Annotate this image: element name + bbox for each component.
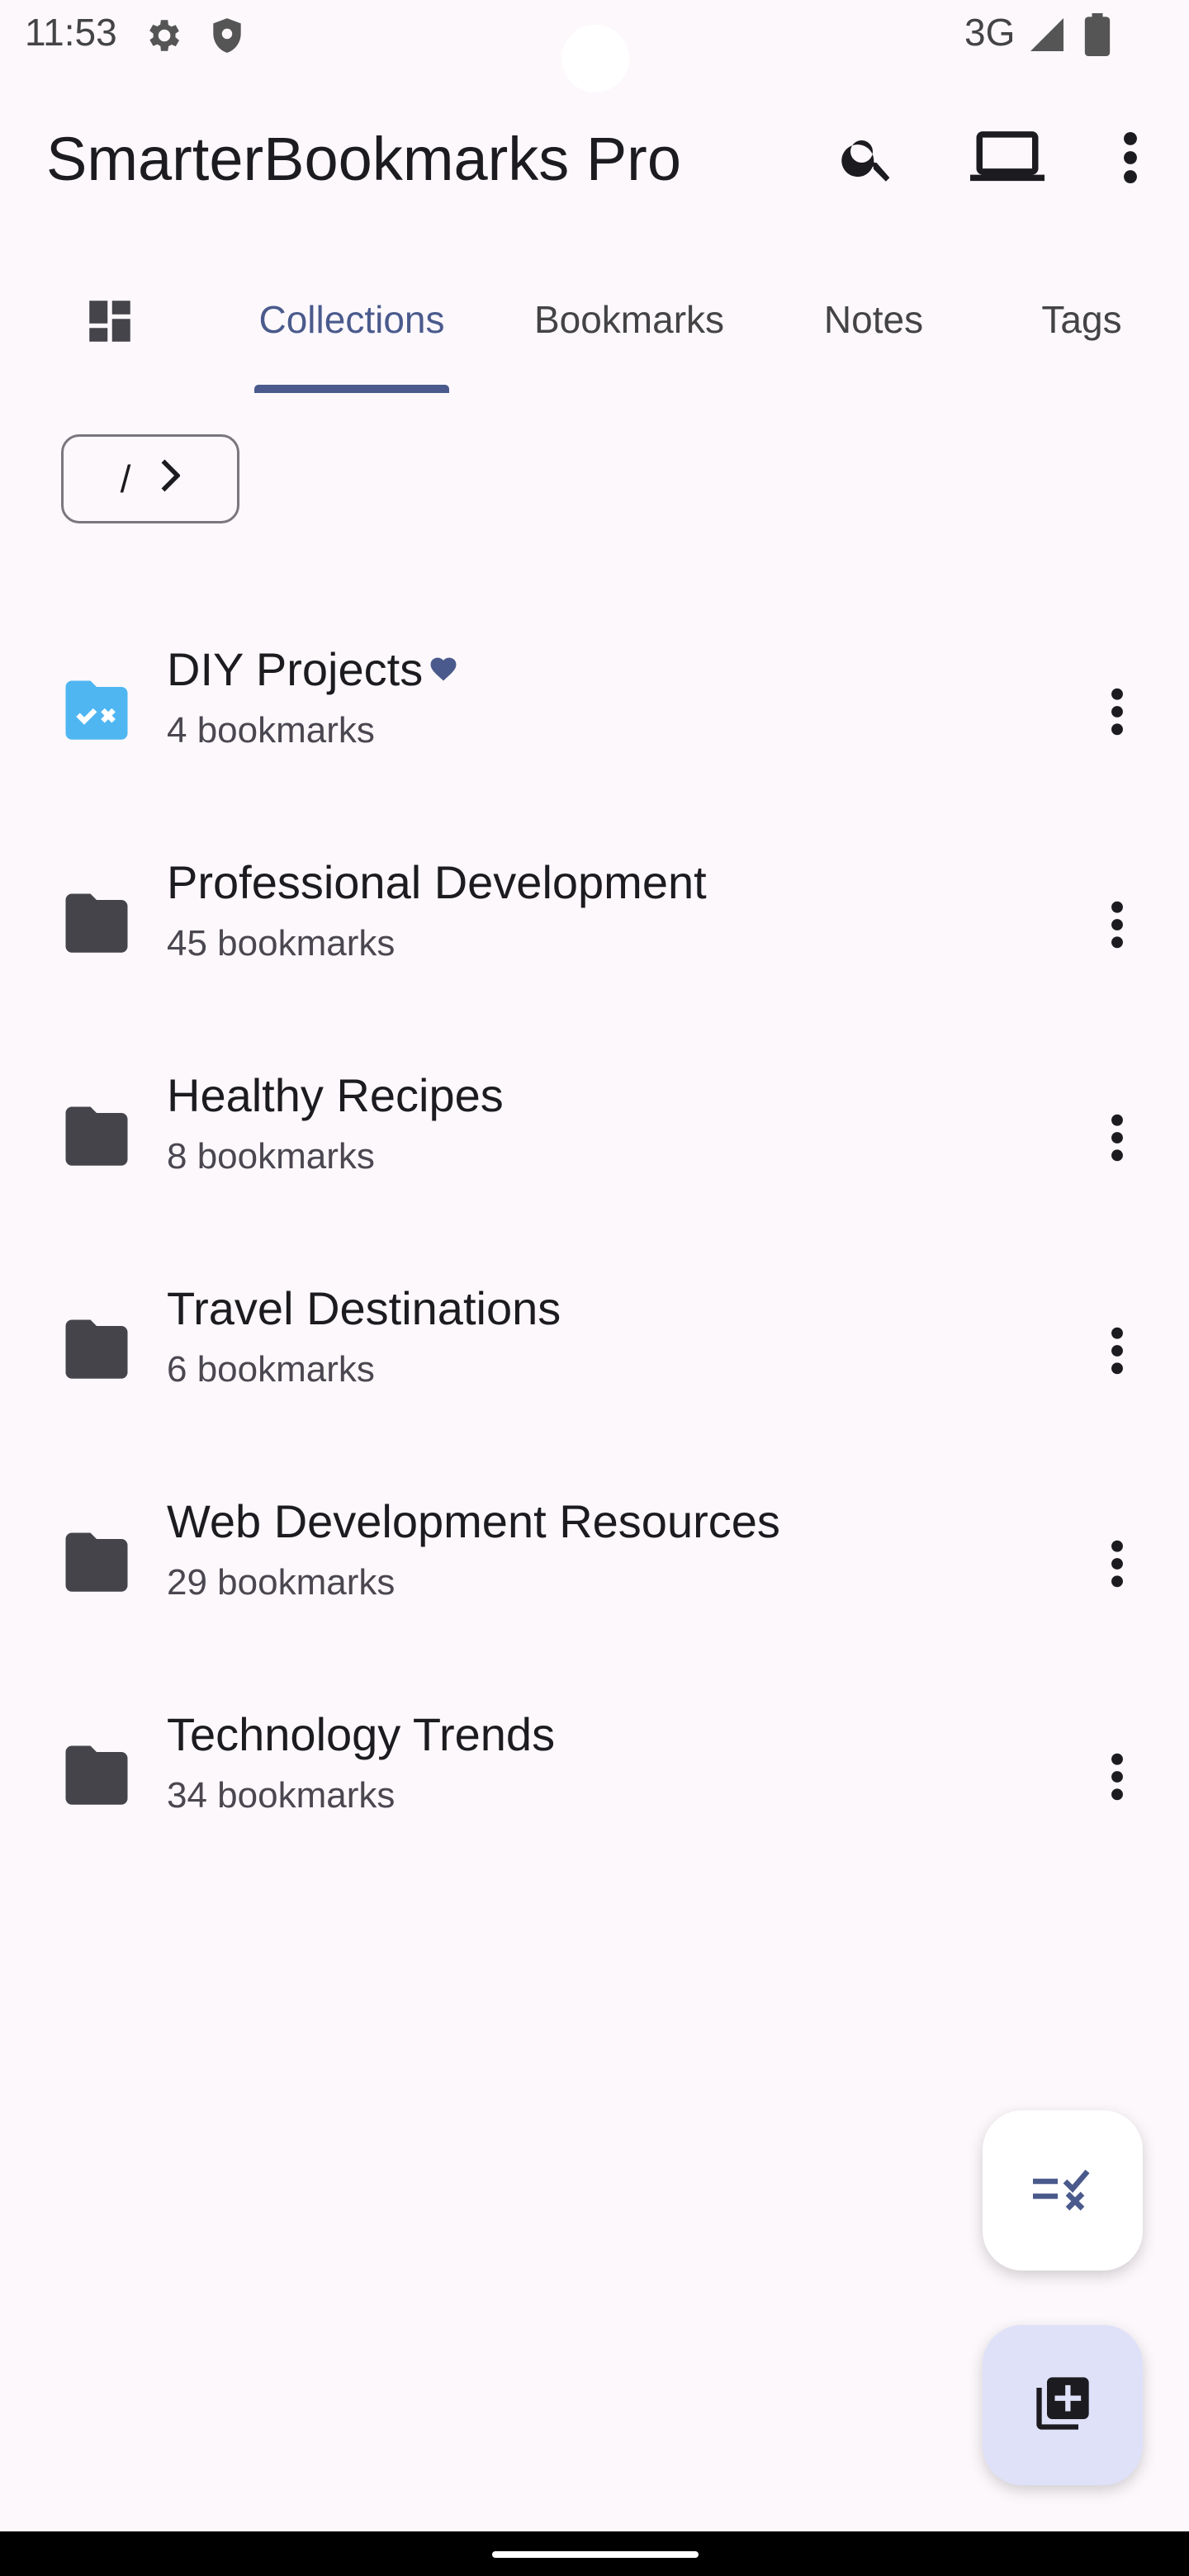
- search-icon: [838, 128, 898, 192]
- collection-count: 29 bookmarks: [167, 1562, 396, 1603]
- tab-collections[interactable]: Collections: [259, 297, 445, 342]
- collection-item[interactable]: Travel Destinations 6 bookmarks: [0, 1243, 1189, 1456]
- app-title: SmarterBookmarks Pro: [46, 125, 681, 193]
- add-collection-button[interactable]: [983, 2325, 1143, 2485]
- folder-icon: [59, 1745, 134, 1812]
- folder-icon: [59, 1106, 134, 1173]
- select-mode-button[interactable]: [983, 2110, 1143, 2271]
- collection-title: Professional Development: [167, 856, 707, 908]
- collection-title: Travel Destinations: [167, 1282, 561, 1334]
- more-vert-icon[interactable]: [1098, 662, 1136, 761]
- signal-icon: [1027, 15, 1067, 59]
- laptop-icon: [970, 128, 1045, 192]
- folder-icon: [59, 1532, 134, 1599]
- settings-icon: [142, 15, 183, 60]
- collection-count: 6 bookmarks: [167, 1349, 375, 1390]
- folder-icon: [59, 893, 134, 960]
- more-vert-icon: [1122, 130, 1139, 189]
- folder-icon: [59, 1319, 134, 1386]
- collection-title: Healthy Recipes: [167, 1069, 504, 1121]
- camera-cutout: [561, 25, 629, 92]
- collection-item[interactable]: Technology Trends 34 bookmarks: [0, 1669, 1189, 1882]
- more-vert-icon[interactable]: [1098, 1727, 1136, 1826]
- collection-count: 4 bookmarks: [167, 710, 375, 751]
- gesture-handle[interactable]: [492, 2551, 699, 2558]
- collection-item[interactable]: Healthy Recipes 8 bookmarks: [0, 1030, 1189, 1243]
- collection-title: DIY Projects: [167, 642, 459, 696]
- collection-item[interactable]: Web Development Resources 29 bookmarks: [0, 1456, 1189, 1669]
- battery-icon: [1083, 13, 1111, 60]
- collection-title: Web Development Resources: [167, 1495, 780, 1547]
- folder-shared-icon: [59, 680, 134, 747]
- more-vert-icon[interactable]: [1098, 1301, 1136, 1400]
- dashboard-icon: [83, 294, 137, 353]
- collection-count: 34 bookmarks: [167, 1775, 396, 1816]
- checklist-icon: [1030, 2164, 1096, 2218]
- library-add-icon: [1031, 2372, 1094, 2439]
- tab-bookmarks[interactable]: Bookmarks: [534, 297, 724, 342]
- shield-icon: [206, 15, 248, 60]
- tab-indicator: [254, 385, 449, 393]
- devices-button[interactable]: [968, 124, 1047, 195]
- breadcrumb[interactable]: /: [61, 434, 239, 523]
- search-button[interactable]: [832, 124, 903, 195]
- collection-title: Technology Trends: [167, 1708, 556, 1760]
- more-vert-icon[interactable]: [1098, 1514, 1136, 1613]
- more-vert-icon[interactable]: [1098, 1088, 1136, 1187]
- collection-item[interactable]: Professional Development 45 bookmarks: [0, 817, 1189, 1030]
- collection-item[interactable]: DIY Projects 4 bookmarks: [0, 604, 1189, 817]
- status-time: 11:53: [25, 11, 117, 54]
- more-vert-icon[interactable]: [1098, 875, 1136, 974]
- overflow-menu-button[interactable]: [1103, 124, 1158, 195]
- tab-dashboard[interactable]: [81, 294, 139, 352]
- collection-count: 45 bookmarks: [167, 923, 396, 964]
- breadcrumb-root: /: [120, 457, 131, 500]
- tab-notes[interactable]: Notes: [824, 297, 923, 342]
- tab-tags[interactable]: Tags: [1041, 297, 1121, 342]
- collection-count: 8 bookmarks: [167, 1136, 375, 1177]
- chevron-right-icon: [159, 457, 182, 501]
- favorite-heart-icon: [428, 639, 459, 693]
- network-type: 3G: [964, 11, 1016, 54]
